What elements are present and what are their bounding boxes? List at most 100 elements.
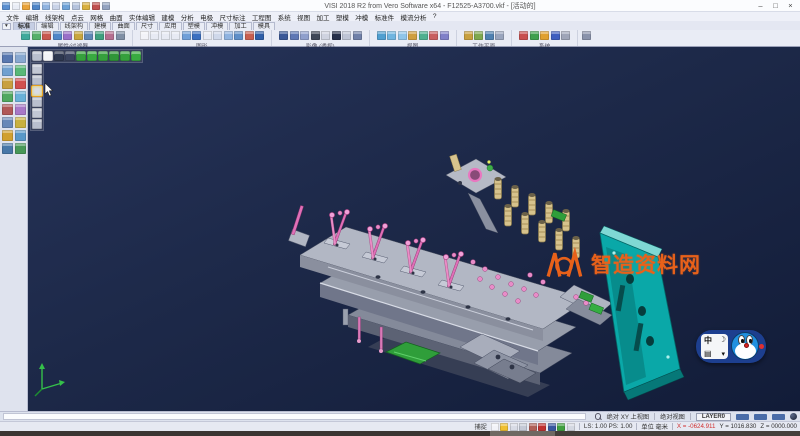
snap-toggle-icon[interactable] xyxy=(567,423,575,431)
command-input[interactable] xyxy=(3,413,586,420)
side-tool-icon[interactable] xyxy=(2,52,13,63)
side-tool-icon[interactable] xyxy=(15,104,26,115)
graphics-icon[interactable] xyxy=(203,31,212,40)
attribute-filter-icon[interactable] xyxy=(32,31,41,40)
side-tool-icon[interactable] xyxy=(2,104,13,115)
tab-overflow-button[interactable]: ▾ xyxy=(2,23,11,30)
menu-item[interactable]: 尺寸标注 xyxy=(216,12,248,22)
ime-toolbar[interactable]: 中 ☽ ▤ ▾ xyxy=(696,330,766,363)
workplane-indicator[interactable]: 绝对 XY 上视图 xyxy=(607,412,650,421)
attribute-filter-icon[interactable] xyxy=(84,31,93,40)
quick-access-icon[interactable] xyxy=(32,2,40,10)
view-icon[interactable] xyxy=(429,31,438,40)
attribute-filter-icon[interactable] xyxy=(95,31,104,40)
attribute-filter-icon[interactable] xyxy=(21,31,30,40)
graphics-icon[interactable] xyxy=(161,31,170,40)
workplane-icon[interactable] xyxy=(495,31,504,40)
graphics-icon[interactable] xyxy=(171,31,180,40)
side-tool-icon[interactable] xyxy=(15,143,26,154)
view-indicator[interactable]: 绝对视图 xyxy=(660,412,685,421)
ime-fullwidth-icon[interactable]: ☽ xyxy=(719,335,726,344)
maximize-button[interactable]: □ xyxy=(768,1,783,11)
workflow-tab[interactable]: 曲面 xyxy=(112,22,134,30)
workplane-icon[interactable] xyxy=(485,31,494,40)
side-tool-icon[interactable] xyxy=(2,78,13,89)
graphics-icon[interactable] xyxy=(234,31,243,40)
menu-item[interactable]: 实体编辑 xyxy=(126,12,158,22)
view-icon[interactable] xyxy=(408,31,417,40)
view-icon[interactable] xyxy=(377,31,386,40)
menu-item[interactable]: 点云 xyxy=(68,12,87,22)
graphics-icon[interactable] xyxy=(150,31,159,40)
extra-toolbar-icon[interactable] xyxy=(582,31,591,40)
side-tool-icon[interactable] xyxy=(2,65,13,76)
quick-access-icon[interactable] xyxy=(52,2,60,10)
side-tool-icon[interactable] xyxy=(2,130,13,141)
view-icon[interactable] xyxy=(398,31,407,40)
ime-menu-icon[interactable]: ▾ xyxy=(721,350,725,358)
shading-icon[interactable] xyxy=(290,31,299,40)
menu-item[interactable]: 加工 xyxy=(313,12,332,22)
graphics-icon[interactable] xyxy=(140,31,149,40)
side-tool-icon[interactable] xyxy=(15,78,26,89)
quick-access-icon[interactable] xyxy=(22,2,30,10)
side-tool-icon[interactable] xyxy=(15,65,26,76)
system-icon[interactable] xyxy=(519,31,528,40)
system-icon[interactable] xyxy=(561,31,570,40)
graphics-icon[interactable] xyxy=(255,31,264,40)
side-tool-icon[interactable] xyxy=(15,130,26,141)
side-tool-icon[interactable] xyxy=(2,117,13,128)
menu-item[interactable]: 冲模 xyxy=(352,12,371,22)
system-icon[interactable] xyxy=(551,31,560,40)
quick-access-icon[interactable] xyxy=(12,2,20,10)
attribute-filter-icon[interactable] xyxy=(74,31,83,40)
active-layer-indicator[interactable]: LAYER0 xyxy=(696,413,731,421)
menu-item[interactable]: 编辑 xyxy=(22,12,41,22)
workflow-tab[interactable]: 冲模 xyxy=(206,22,228,30)
shading-icon[interactable] xyxy=(279,31,288,40)
menu-item[interactable]: 塑模 xyxy=(333,12,352,22)
graphics-icon[interactable] xyxy=(224,31,233,40)
menu-item[interactable]: 模流分析 xyxy=(397,12,429,22)
snap-toggle-icon[interactable] xyxy=(538,423,546,431)
workflow-tab[interactable]: 塑模 xyxy=(183,22,205,30)
menu-item[interactable]: ? xyxy=(430,13,440,20)
graphics-viewport[interactable]: 智造资料网 中 ☽ ▤ ▾ xyxy=(0,47,800,411)
shading-icon[interactable] xyxy=(332,31,341,40)
quick-access-icon[interactable] xyxy=(92,2,100,10)
magnifier-icon[interactable] xyxy=(595,413,602,420)
menu-item[interactable]: 网格 xyxy=(87,12,106,22)
side-tool-icon[interactable] xyxy=(15,91,26,102)
workflow-tab[interactable]: 尺寸 xyxy=(136,22,158,30)
view-icon[interactable] xyxy=(440,31,449,40)
view-icon[interactable] xyxy=(419,31,428,40)
ime-chinese-mode-icon[interactable]: 中 xyxy=(704,335,712,346)
quick-access-icon[interactable] xyxy=(62,2,70,10)
snap-toggle-icon[interactable] xyxy=(519,423,527,431)
shading-icon[interactable] xyxy=(353,31,362,40)
view-icon[interactable] xyxy=(387,31,396,40)
snap-toggle-icon[interactable] xyxy=(491,423,499,431)
attribute-filter-icon[interactable] xyxy=(63,31,72,40)
close-button[interactable]: × xyxy=(783,1,798,11)
minimize-button[interactable]: – xyxy=(753,1,768,11)
snap-toggle-icon[interactable] xyxy=(557,423,565,431)
shading-icon[interactable] xyxy=(300,31,309,40)
system-icon[interactable] xyxy=(540,31,549,40)
menu-item[interactable]: 标准件 xyxy=(371,12,397,22)
attribute-filter-icon[interactable] xyxy=(42,31,51,40)
snap-toggle-icon[interactable] xyxy=(548,423,556,431)
shading-icon[interactable] xyxy=(311,31,320,40)
menu-item[interactable]: 线架构 xyxy=(42,12,68,22)
view-sphere-icon[interactable] xyxy=(790,413,797,420)
3d-die-assembly-model[interactable] xyxy=(28,47,800,411)
menu-item[interactable]: 曲面 xyxy=(106,12,125,22)
workflow-tab[interactable]: 应用 xyxy=(159,22,181,30)
side-tool-icon[interactable] xyxy=(2,143,13,154)
graphics-icon[interactable] xyxy=(245,31,254,40)
snap-toggle-icon[interactable] xyxy=(510,423,518,431)
graphics-icon[interactable] xyxy=(192,31,201,40)
side-tool-icon[interactable] xyxy=(15,117,26,128)
menu-item[interactable]: 文件 xyxy=(3,12,22,22)
side-tool-icon[interactable] xyxy=(2,91,13,102)
